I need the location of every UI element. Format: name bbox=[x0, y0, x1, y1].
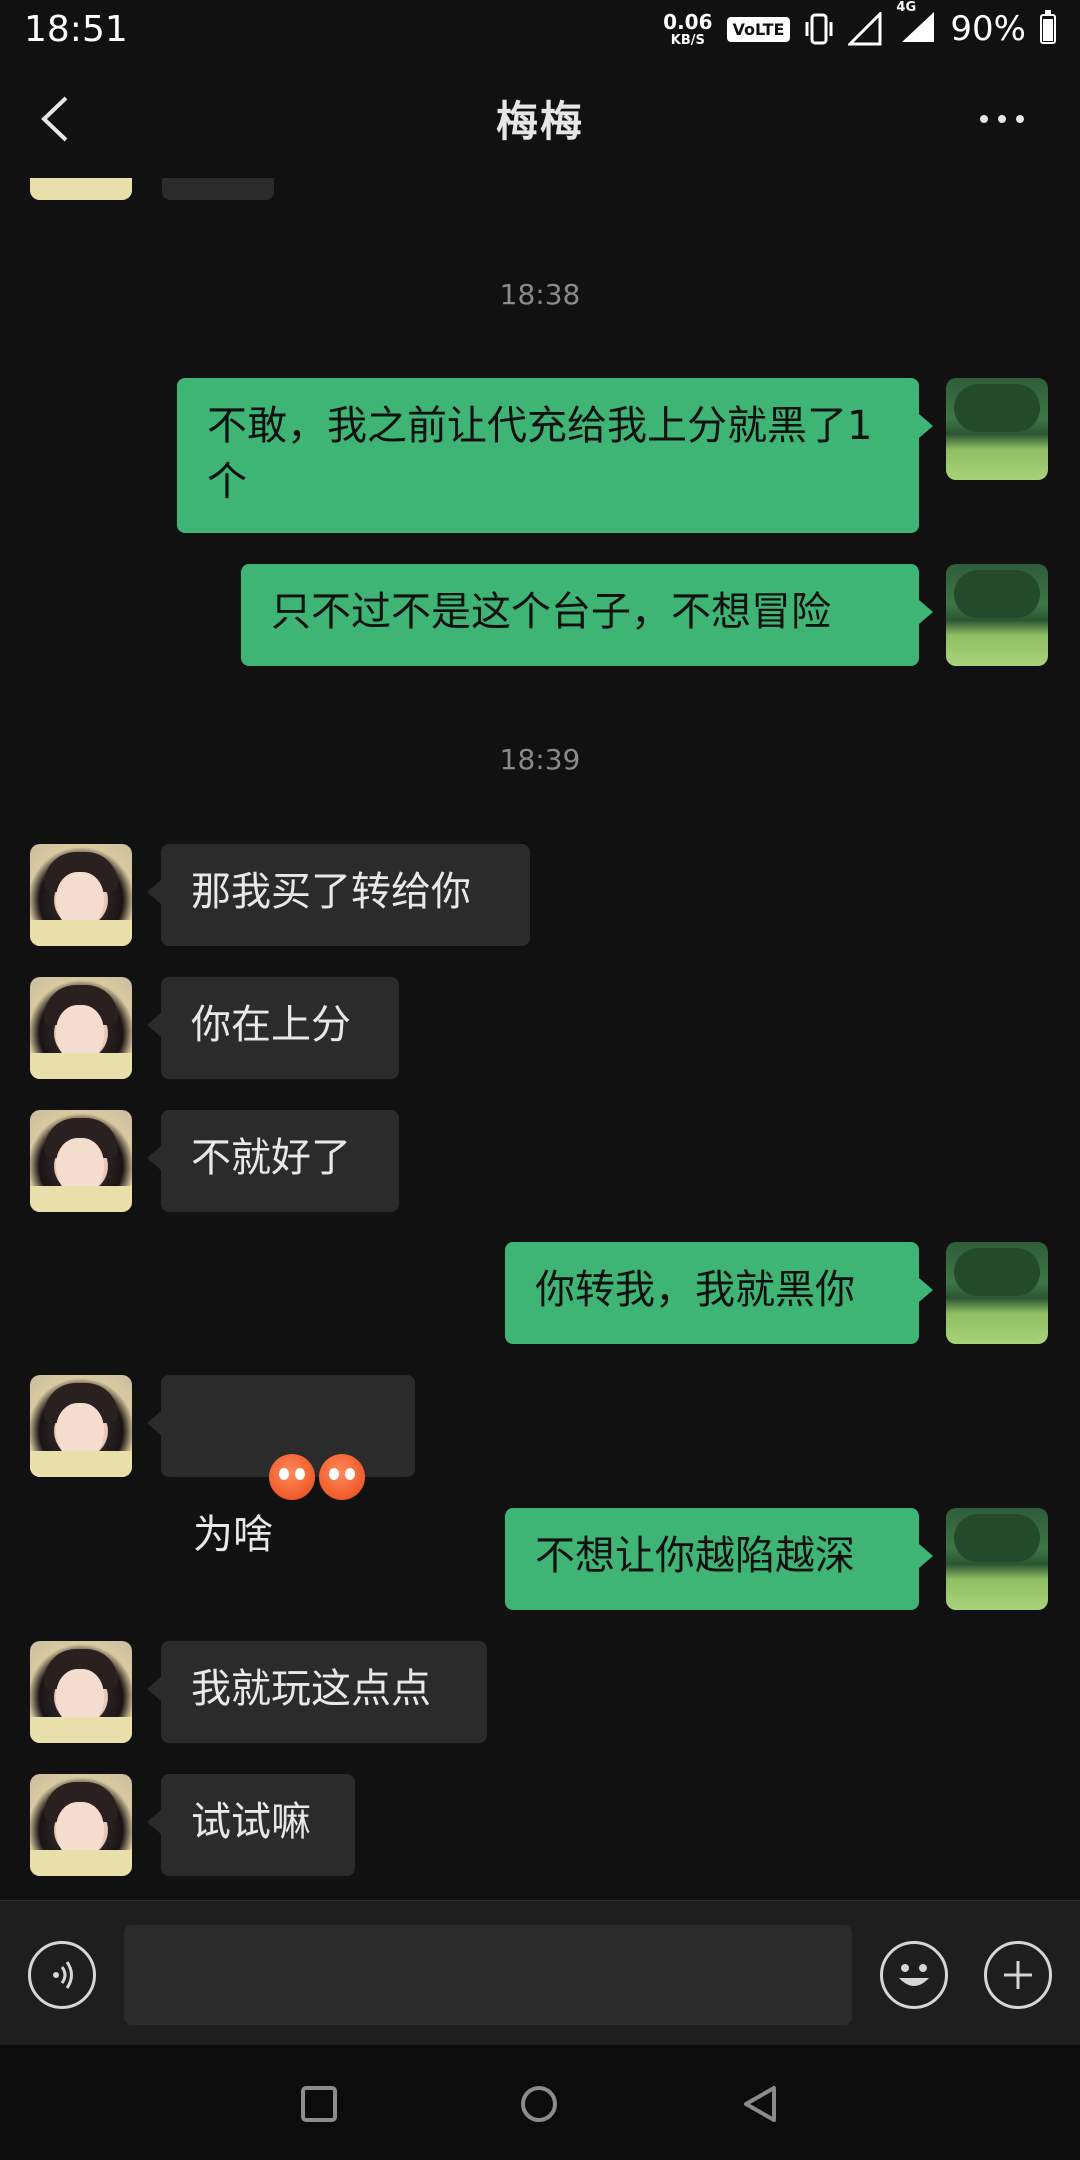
message-bubble-received[interactable]: 试试嘛 bbox=[147, 1774, 355, 1876]
signal-empty-icon bbox=[848, 12, 882, 46]
contact-avatar[interactable] bbox=[30, 178, 132, 200]
network-speed: 0.06 KB/S bbox=[663, 12, 712, 47]
timestamp: 18:38 bbox=[499, 278, 581, 311]
message-bubble-received[interactable]: 你在上分 bbox=[147, 977, 399, 1079]
message-bubble-sent[interactable]: 你转我，我就黑你 bbox=[505, 1242, 933, 1344]
chat-header: 梅梅 bbox=[0, 58, 1080, 178]
message-input[interactable] bbox=[124, 1925, 852, 2025]
message-bubble-received[interactable]: 我就玩这点点 bbox=[147, 1641, 487, 1743]
my-avatar[interactable] bbox=[946, 1242, 1048, 1344]
contact-avatar[interactable] bbox=[30, 1641, 132, 1743]
hot-face-emoji bbox=[319, 1454, 366, 1500]
contact-avatar[interactable] bbox=[30, 1110, 132, 1212]
message-bubble-received[interactable]: 那我买了转给你 bbox=[147, 844, 530, 946]
voice-icon[interactable] bbox=[28, 1941, 96, 2009]
contact-avatar[interactable] bbox=[30, 977, 132, 1079]
network-speed-unit: KB/S bbox=[670, 32, 705, 48]
message-text: 为啥 bbox=[193, 1512, 273, 1558]
message-bubble-received[interactable]: 为啥 bbox=[147, 1375, 415, 1558]
composer-bar bbox=[0, 1900, 1080, 2046]
volte-badge: VoLTE bbox=[726, 16, 791, 42]
signal-4g: 4G bbox=[896, 0, 936, 48]
status-bar: 18:51 0.06 KB/S VoLTE 4G 90% bbox=[0, 0, 1080, 58]
my-avatar[interactable] bbox=[946, 564, 1048, 666]
plus-icon[interactable] bbox=[984, 1941, 1052, 2009]
home-icon[interactable] bbox=[518, 2083, 560, 2125]
hot-face-emoji bbox=[269, 1454, 316, 1500]
contact-avatar[interactable] bbox=[30, 1375, 132, 1477]
battery-percent: 90% bbox=[950, 9, 1026, 49]
emoji-icon[interactable] bbox=[880, 1941, 948, 2009]
my-avatar[interactable] bbox=[946, 1508, 1048, 1610]
status-indicators: 0.06 KB/S VoLTE 4G 90% bbox=[663, 0, 1056, 49]
contact-avatar[interactable] bbox=[30, 844, 132, 946]
more-options-icon[interactable] bbox=[980, 106, 1040, 132]
back-icon[interactable] bbox=[740, 2083, 782, 2125]
network-speed-value: 0.06 bbox=[663, 9, 713, 34]
message-list[interactable]: 18:38 不敢，我之前让代充给我上分就黑了1个 只不过不是这个台子，不想冒险 … bbox=[0, 178, 1080, 1900]
signal-full-icon bbox=[902, 12, 935, 42]
message-bubble-cut bbox=[162, 178, 274, 200]
message-bubble-received[interactable]: 不就好了 bbox=[147, 1110, 399, 1212]
back-arrow-icon[interactable] bbox=[36, 94, 76, 144]
chat-title: 梅梅 bbox=[495, 96, 584, 146]
network-type-label: 4G bbox=[896, 0, 917, 15]
my-avatar[interactable] bbox=[946, 378, 1048, 480]
message-bubble-sent[interactable]: 不敢，我之前让代充给我上分就黑了1个 bbox=[177, 378, 933, 533]
system-nav-bar bbox=[0, 2045, 1080, 2160]
timestamp: 18:39 bbox=[499, 743, 581, 776]
recents-icon[interactable] bbox=[298, 2083, 340, 2125]
contact-avatar[interactable] bbox=[30, 1774, 132, 1876]
status-time: 18:51 bbox=[24, 8, 128, 50]
battery-icon bbox=[1040, 10, 1056, 44]
message-bubble-sent[interactable]: 只不过不是这个台子，不想冒险 bbox=[241, 564, 933, 666]
message-bubble-sent[interactable]: 不想让你越陷越深 bbox=[505, 1508, 933, 1610]
chat-screen: 18:51 0.06 KB/S VoLTE 4G 90% 梅梅 18:38 不敢… bbox=[0, 0, 1080, 2160]
vibrate-icon bbox=[805, 13, 833, 45]
